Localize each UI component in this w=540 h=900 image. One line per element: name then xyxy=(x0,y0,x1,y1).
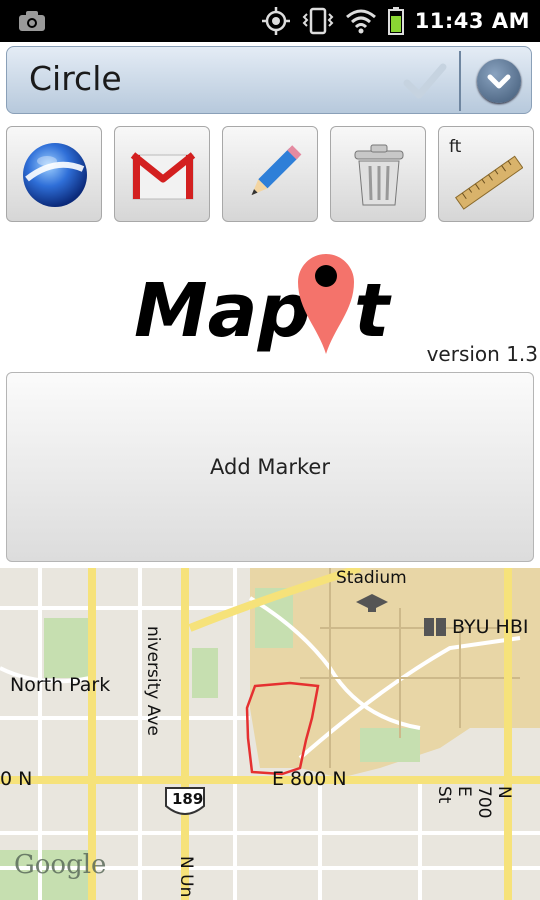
route-shield-label: 189 xyxy=(172,790,204,808)
wifi-icon xyxy=(345,9,376,34)
delete-button[interactable] xyxy=(330,126,426,222)
add-marker-label: Add Marker xyxy=(210,455,330,479)
shape-title: Circle xyxy=(29,59,122,98)
park-area xyxy=(44,618,90,678)
ruler-icon xyxy=(455,155,523,210)
map-label-n-700-e: N 700 E St xyxy=(434,786,514,819)
add-marker-button[interactable]: Add Marker xyxy=(6,372,534,562)
gps-icon xyxy=(261,7,290,35)
map-label-e-800-n: E 800 N xyxy=(272,768,347,790)
trash-icon xyxy=(354,144,404,206)
pencil-icon xyxy=(251,145,302,196)
logo-text-map: Map xyxy=(134,268,311,354)
edit-button[interactable] xyxy=(222,126,318,222)
gmail-icon xyxy=(130,152,196,200)
map-label-0-n: 0 N xyxy=(0,768,33,790)
vibrate-icon xyxy=(302,7,334,35)
version-label: version 1.3 xyxy=(426,342,538,366)
status-bar: 11:43 AM xyxy=(0,0,540,42)
camera-icon xyxy=(19,11,45,31)
mapit-logo: Map t xyxy=(130,236,400,360)
park-area xyxy=(360,728,420,762)
map-label-stadium: Stadium xyxy=(336,568,407,588)
map-label-byu: BYU HBI xyxy=(452,616,529,638)
logo-text-t: t xyxy=(354,268,392,354)
dropdown-chevron-icon[interactable] xyxy=(477,59,521,103)
map-label-university-ave: niversity Ave xyxy=(143,626,163,736)
google-earth-button[interactable] xyxy=(6,126,102,222)
clock: 11:43 AM xyxy=(414,9,530,33)
park-area xyxy=(192,648,218,698)
google-logo: Google xyxy=(14,850,107,880)
gmail-button[interactable] xyxy=(114,126,210,222)
checkmark-icon[interactable] xyxy=(403,61,447,101)
map-label-north-park: North Park xyxy=(10,674,111,696)
toolbar: ft xyxy=(6,126,536,222)
map-label-n-un: N Un xyxy=(176,856,196,898)
map-view[interactable]: Stadium BYU HBI North Park niversity Ave… xyxy=(0,568,540,900)
title-bar: Circle xyxy=(6,46,532,114)
library-book-icon xyxy=(424,618,446,636)
measure-button[interactable]: ft xyxy=(438,126,534,222)
globe-icon xyxy=(23,143,87,207)
battery-icon xyxy=(387,7,404,35)
title-bar-divider xyxy=(459,51,461,111)
